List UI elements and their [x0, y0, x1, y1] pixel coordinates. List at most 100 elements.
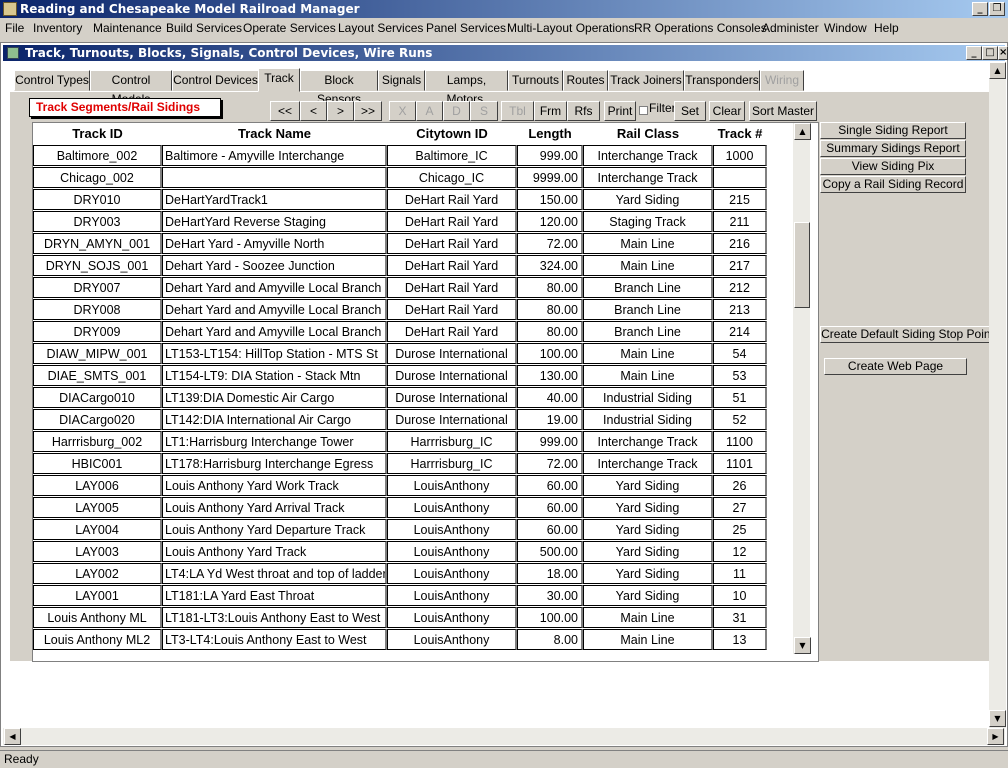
col-rail-class[interactable]: Rail Class — [583, 126, 713, 141]
menu-rr-operations-consoles[interactable]: RR Operations Consoles — [634, 21, 767, 35]
tab-routes[interactable]: Routes — [563, 70, 608, 91]
tab-transponders[interactable]: Transponders — [684, 70, 760, 91]
app-title-bar[interactable]: Reading and Chesapeake Model Railroad Ma… — [0, 0, 1008, 18]
menu-multi-layout-operations[interactable]: Multi-Layout Operations — [507, 21, 634, 35]
table-row[interactable]: DIAW_MIPW_001 LT153-LT154: HillTop Statio… — [33, 343, 793, 365]
cell-length[interactable]: 130.00 — [517, 365, 583, 386]
cell-track-number[interactable]: 27 — [713, 497, 767, 518]
cell-rail-class[interactable]: Industrial Siding — [583, 409, 713, 430]
cell-track-name[interactable] — [162, 167, 387, 188]
cell-length[interactable]: 40.00 — [517, 387, 583, 408]
cell-citytown-id[interactable]: Durose International — [387, 409, 517, 430]
cell-citytown-id[interactable]: Durose International — [387, 365, 517, 386]
save-record-button[interactable]: S — [470, 101, 498, 121]
tab-track[interactable]: Track — [258, 68, 300, 92]
cell-citytown-id[interactable]: DeHart Rail Yard — [387, 189, 517, 210]
summary-sidings-report-button[interactable]: Summary Sidings Report — [820, 140, 966, 157]
cell-track-name[interactable]: LT139:DIA Domestic Air Cargo — [162, 387, 387, 408]
cell-rail-class[interactable]: Branch Line — [583, 277, 713, 298]
cell-citytown-id[interactable]: DeHart Rail Yard — [387, 299, 517, 320]
cell-citytown-id[interactable]: DeHart Rail Yard — [387, 233, 517, 254]
cell-track-number[interactable]: 25 — [713, 519, 767, 540]
cell-rail-class[interactable]: Yard Siding — [583, 541, 713, 562]
cell-track-number[interactable]: 1100 — [713, 431, 767, 452]
cell-track-name[interactable]: LT181-LT3:Louis Anthony East to West — [162, 607, 387, 628]
cell-track-id[interactable]: DRYN_AMYN_001 — [33, 233, 162, 254]
table-row[interactable]: LAY006 Louis Anthony Yard Work Track Louis… — [33, 475, 793, 497]
col-track-name[interactable]: Track Name — [162, 126, 387, 141]
cell-length[interactable]: 8.00 — [517, 629, 583, 650]
sort-master-button[interactable]: Sort Master — [749, 101, 817, 121]
table-row[interactable]: DRY009 Dehart Yard and Amyville Local Bra… — [33, 321, 793, 343]
cell-citytown-id[interactable]: DeHart Rail Yard — [387, 277, 517, 298]
table-row[interactable]: LAY003 Louis Anthony Yard Track LouisAntho… — [33, 541, 793, 563]
cell-rail-class[interactable]: Interchange Track — [583, 453, 713, 474]
cell-citytown-id[interactable]: LouisAnthony — [387, 629, 517, 650]
minimize-button[interactable]: _ — [972, 2, 988, 16]
cell-track-number[interactable]: 212 — [713, 277, 767, 298]
menu-panel-services[interactable]: Panel Services — [426, 21, 506, 35]
cell-track-name[interactable]: LT3-LT4:Louis Anthony East to West — [162, 629, 387, 650]
create-default-stop-point-button[interactable]: Create Default Siding Stop Point — [820, 326, 995, 343]
cell-track-name[interactable]: LT154-LT9: DIA Station - Stack Mtn — [162, 365, 387, 386]
cell-track-id[interactable]: LAY003 — [33, 541, 162, 562]
cell-track-name[interactable]: LT1:Harrisburg Interchange Tower — [162, 431, 387, 452]
cell-track-id[interactable]: LAY002 — [33, 563, 162, 584]
cell-length[interactable]: 9999.00 — [517, 167, 583, 188]
cell-track-name[interactable]: LT178:Harrisburg Interchange Egress — [162, 453, 387, 474]
cell-citytown-id[interactable]: LouisAnthony — [387, 475, 517, 496]
menu-build-services[interactable]: Build Services — [166, 21, 242, 35]
restore-button[interactable]: ❐ — [989, 2, 1005, 16]
cell-track-id[interactable]: DRY003 — [33, 211, 162, 232]
cell-citytown-id[interactable]: LouisAnthony — [387, 585, 517, 606]
table-row[interactable]: LAY005 Louis Anthony Yard Arrival Track Lo… — [33, 497, 793, 519]
child-window-icon[interactable] — [7, 47, 19, 59]
table-row[interactable]: DRY007 Dehart Yard and Amyville Local Bra… — [33, 277, 793, 299]
cell-citytown-id[interactable]: Chicago_IC — [387, 167, 517, 188]
app-icon[interactable] — [3, 2, 17, 16]
table-row[interactable]: Chicago_002 Chicago_IC 9999.00 Interchange … — [33, 167, 793, 189]
cell-track-number[interactable]: 213 — [713, 299, 767, 320]
cell-track-name[interactable]: Louis Anthony Yard Work Track — [162, 475, 387, 496]
cell-rail-class[interactable]: Yard Siding — [583, 519, 713, 540]
scroll-up-button[interactable]: ▲ — [794, 123, 811, 140]
scroll-right-button[interactable]: ▶ — [987, 728, 1004, 745]
cell-citytown-id[interactable]: Harrrisburg_IC — [387, 453, 517, 474]
cell-track-id[interactable]: DIACargo010 — [33, 387, 162, 408]
cell-citytown-id[interactable]: DeHart Rail Yard — [387, 321, 517, 342]
cell-citytown-id[interactable]: Durose International — [387, 343, 517, 364]
cell-rail-class[interactable]: Yard Siding — [583, 475, 713, 496]
cell-length[interactable]: 60.00 — [517, 475, 583, 496]
tab-control-devices[interactable]: Control Devices — [172, 70, 259, 91]
refresh-button[interactable]: Rfs — [567, 101, 600, 121]
cell-length[interactable]: 72.00 — [517, 233, 583, 254]
window-horizontal-scrollbar[interactable] — [3, 728, 1005, 745]
cell-citytown-id[interactable]: DeHart Rail Yard — [387, 211, 517, 232]
form-view-button[interactable]: Frm — [534, 101, 567, 121]
table-row[interactable]: Baltimore_002 Baltimore - Amyville Interc… — [33, 145, 793, 167]
cell-length[interactable]: 999.00 — [517, 145, 583, 166]
cell-length[interactable]: 120.00 — [517, 211, 583, 232]
single-siding-report-button[interactable]: Single Siding Report — [820, 122, 966, 139]
duplicate-record-button[interactable]: D — [443, 101, 470, 121]
cell-track-number[interactable]: 31 — [713, 607, 767, 628]
cell-track-id[interactable]: DIAE_SMTS_001 — [33, 365, 162, 386]
cell-track-number[interactable]: 51 — [713, 387, 767, 408]
table-row[interactable]: DIACargo020 LT142:DIA International Air C… — [33, 409, 793, 431]
cell-track-name[interactable]: Louis Anthony Yard Departure Track — [162, 519, 387, 540]
tab-lamps-motors[interactable]: Lamps, Motors, — [425, 70, 508, 106]
next-record-button[interactable]: > — [327, 101, 354, 121]
cell-citytown-id[interactable]: LouisAnthony — [387, 607, 517, 628]
cell-track-number[interactable]: 52 — [713, 409, 767, 430]
cell-rail-class[interactable]: Main Line — [583, 343, 713, 364]
cell-rail-class[interactable]: Industrial Siding — [583, 387, 713, 408]
cell-track-number[interactable]: 11 — [713, 563, 767, 584]
menu-operate-services[interactable]: Operate Services — [243, 21, 336, 35]
tab-track-joiners[interactable]: Track Joiners — [608, 70, 684, 91]
cell-track-name[interactable]: DeHartYard Reverse Staging — [162, 211, 387, 232]
cell-track-number[interactable] — [713, 167, 767, 188]
cell-track-id[interactable]: LAY001 — [33, 585, 162, 606]
cell-track-id[interactable]: DIACargo020 — [33, 409, 162, 430]
cell-track-id[interactable]: DIAW_MIPW_001 — [33, 343, 162, 364]
menu-window[interactable]: Window — [824, 21, 867, 35]
